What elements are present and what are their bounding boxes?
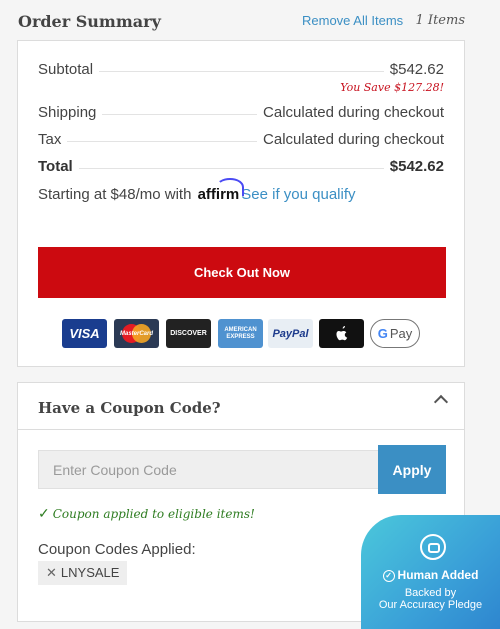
coupon-applied-message: ✓ Coupon applied to eligible items!	[38, 506, 255, 522]
badge-line-1: Backed by	[404, 587, 457, 599]
order-summary-title: Order Summary	[18, 12, 161, 31]
check-circle-icon: ✓	[382, 570, 395, 582]
item-count: 1 Items	[415, 13, 465, 28]
affirm-financing: Starting at $48/mo with affirm See if you…	[38, 178, 356, 203]
remove-all-items-link[interactable]: Remove All Items	[302, 13, 403, 28]
chat-bubble-icon	[420, 534, 446, 560]
check-out-now-button[interactable]: Check Out Now	[38, 247, 446, 298]
paypal-icon: PayPal	[268, 319, 313, 348]
order-summary-card: Subtotal $542.62 You Save $127.28! Shipp…	[17, 40, 465, 367]
tax-row: Tax Calculated during checkout	[38, 131, 444, 151]
google-pay-icon: G Pay	[370, 319, 420, 348]
apply-coupon-button[interactable]: Apply	[378, 445, 446, 494]
affirm-logo: affirm	[198, 178, 244, 203]
shipping-row: Shipping Calculated during checkout	[38, 104, 444, 124]
badge-line-2: Our Accuracy Pledge	[378, 599, 483, 611]
human-added-title: ✓ Human Added	[361, 568, 500, 582]
total-value: $542.62	[383, 158, 444, 175]
american-express-icon: AMERICAN EXPRESS	[218, 319, 263, 348]
total-label: Total	[38, 158, 79, 175]
coupon-title: Have a Coupon Code?	[38, 399, 221, 417]
remove-coupon-icon[interactable]: ✕	[46, 565, 57, 580]
shipping-value: Calculated during checkout	[257, 104, 444, 121]
coupon-code-input[interactable]	[38, 450, 378, 489]
subtotal-row: Subtotal $542.62	[38, 61, 444, 81]
tax-value: Calculated during checkout	[257, 131, 444, 148]
subtotal-label: Subtotal	[38, 61, 100, 78]
human-added-badge[interactable]: ✓ Human Added Backed by Our Accuracy Pled…	[361, 515, 500, 629]
check-icon: ✓	[38, 506, 50, 522]
discover-icon: DISCOVER	[166, 319, 211, 348]
mastercard-icon: MasterCard	[114, 319, 159, 348]
subtotal-value: $542.62	[383, 61, 444, 78]
see-if-you-qualify-link[interactable]: See if you qualify	[241, 186, 355, 203]
visa-icon: VISA	[62, 319, 107, 348]
you-save-text: You Save $127.28!	[340, 81, 444, 94]
chevron-up-icon[interactable]	[433, 394, 449, 410]
applied-coupon-chip: ✕ LNYSALE	[38, 561, 128, 585]
apple-pay-icon	[319, 319, 364, 348]
tax-label: Tax	[38, 131, 68, 148]
order-summary-header: Order Summary Remove All Items 1 Items	[18, 10, 466, 36]
affirm-prefix: Starting at $48/mo with	[38, 186, 192, 203]
coupon-header[interactable]: Have a Coupon Code?	[18, 383, 464, 430]
coupon-codes-applied-label: Coupon Codes Applied:	[38, 541, 196, 558]
applied-coupon-code: LNYSALE	[60, 565, 120, 580]
total-row: Total $542.62	[38, 158, 444, 178]
shipping-label: Shipping	[38, 104, 103, 121]
